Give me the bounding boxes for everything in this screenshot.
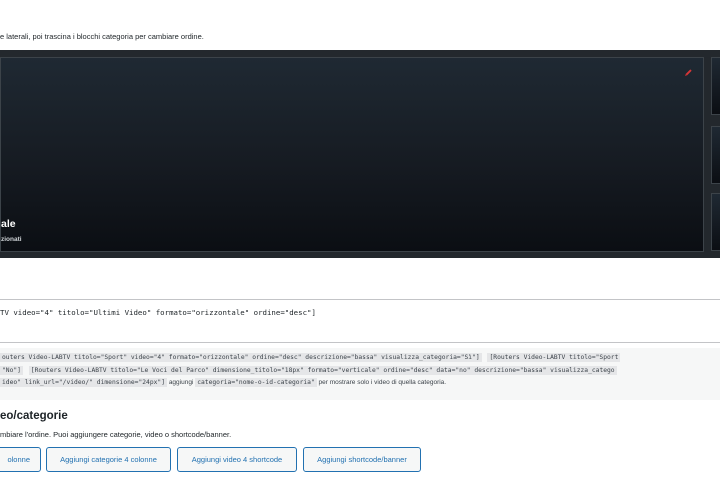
side-thumbnail[interactable] xyxy=(711,126,720,184)
section-description: mbiare l'ordine. Puoi aggiungere categor… xyxy=(0,430,232,439)
add-videos-button[interactable]: Aggiungi video 4 shortcode xyxy=(177,447,297,472)
hero-subtitle: zionati xyxy=(1,236,22,243)
section-title: eo/categorie xyxy=(0,410,68,422)
example-code: categoria="nome-o-id-categoria" xyxy=(195,378,317,387)
example-code: [Routers Video-LABTV titolo="Le Voci del… xyxy=(28,366,617,375)
example-code: [Routers Video-LABTV titolo="Sport xyxy=(487,353,621,362)
shortcode-textarea[interactable]: TV video="4" titolo="Ultimi Video" forma… xyxy=(0,299,720,343)
side-thumbnail[interactable] xyxy=(711,193,720,251)
hero-title: ale xyxy=(1,218,16,230)
example-code: outers Video-LABTV titolo="Sport" video=… xyxy=(0,353,482,362)
shortcode-value: TV video="4" titolo="Ultimi Video" forma… xyxy=(0,308,316,317)
shortcode-help: outers Video-LABTV titolo="Sport" video=… xyxy=(0,348,720,400)
add-shortcode-button[interactable]: Aggiungi shortcode/banner xyxy=(303,447,421,472)
help-line-1: outers Video-LABTV titolo="Sport" video=… xyxy=(0,352,621,363)
pencil-icon[interactable] xyxy=(684,68,693,77)
example-code: ideo" link_url="/video/" dimensione="24p… xyxy=(0,378,168,387)
example-code: "No"] xyxy=(0,366,23,375)
side-thumbnail[interactable] xyxy=(711,57,720,115)
help-line-2: "No"] [Routers Video-LABTV titolo="Le Vo… xyxy=(0,365,617,376)
add-categories-button[interactable]: Aggiungi categorie 4 colonne xyxy=(46,447,171,472)
hero-preview[interactable]: ale zionati xyxy=(0,57,704,252)
help-text: per mostrare solo i video di quella cate… xyxy=(316,379,447,386)
help-text: aggiungi xyxy=(167,379,196,386)
add-columns-button[interactable]: olonne xyxy=(0,447,41,472)
help-line-3: ideo" link_url="/video/" dimensione="24p… xyxy=(0,377,446,388)
instruction-hint: e laterali, poi trascina i blocchi categ… xyxy=(0,32,204,41)
